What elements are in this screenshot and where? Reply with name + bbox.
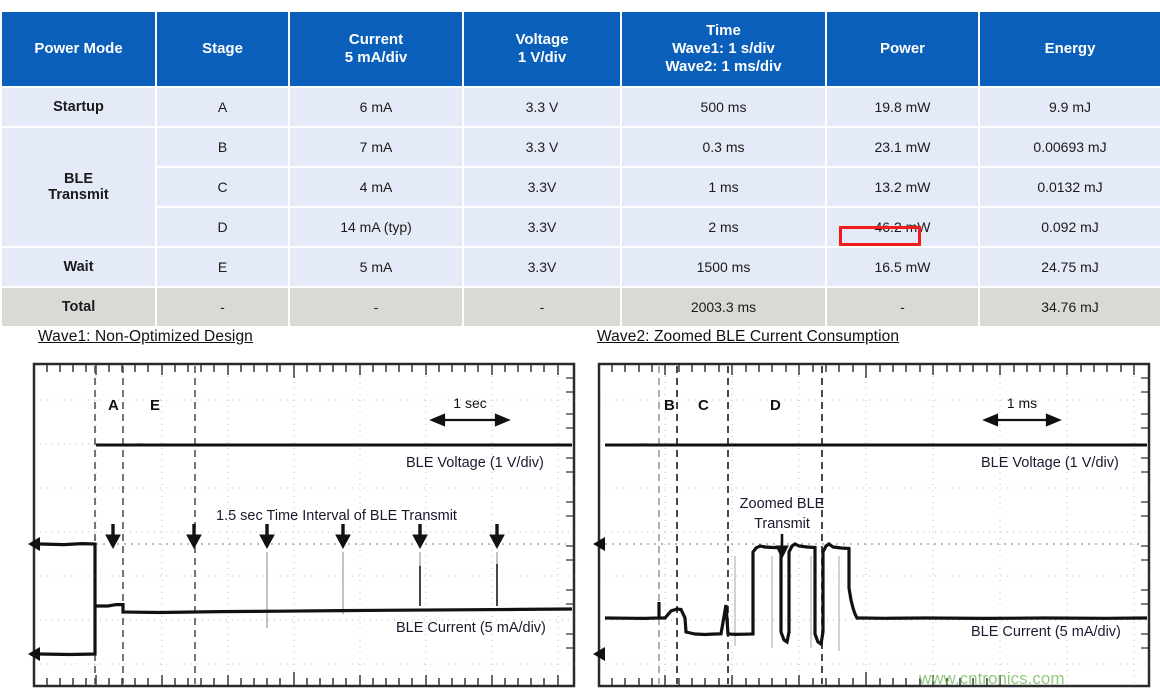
cell-stage-a: A xyxy=(155,86,290,128)
header-time-l2: Wave1: 1 s/div xyxy=(672,39,775,57)
cell-power-d: 46.2 mW xyxy=(825,206,980,248)
wave1-stage-label-a: A xyxy=(108,397,119,414)
wave2-voltage-label: BLE Voltage (1 V/div) xyxy=(981,455,1119,471)
header-voltage: Voltage 1 V/div xyxy=(462,10,622,88)
wave2-stage-label-d: D xyxy=(770,397,781,414)
wave2-stage-label-c: C xyxy=(698,397,709,414)
cell-energy-e: 24.75 mJ xyxy=(978,246,1160,288)
wave2-stage-label-b: B xyxy=(664,397,675,414)
header-power-mode-l1: Power Mode xyxy=(34,39,123,57)
cell-voltage-b: 3.3 V xyxy=(462,126,622,168)
cell-power-total: - xyxy=(825,286,980,328)
wave1-scope: A E 1 sec BLE Voltage (1 V/div) 1.5 sec … xyxy=(20,356,580,694)
wave1-stage-label-e: E xyxy=(150,397,160,414)
table-row: Startup A 6 mA 3.3 V 500 ms 19.8 mW 9.9 … xyxy=(0,86,1160,128)
power-table-container: Power Mode Stage Current 5 mA/div Voltag… xyxy=(0,10,1160,328)
header-current-l1: Current xyxy=(348,30,404,48)
cell-mode-total: Total xyxy=(0,286,157,328)
cell-time-e: 1500 ms xyxy=(620,246,827,288)
header-power: Power xyxy=(825,10,980,88)
cell-time-d: 2 ms xyxy=(620,206,827,248)
wave2-annotation-line1: Zoomed BLE xyxy=(740,496,825,512)
cell-energy-c: 0.0132 mJ xyxy=(978,166,1160,208)
header-time-l1: Time xyxy=(706,21,741,39)
cell-current-b: 7 mA xyxy=(288,126,464,168)
cell-voltage-c: 3.3V xyxy=(462,166,622,208)
table-row: C 4 mA 3.3V 1 ms 13.2 mW 0.0132 mJ xyxy=(1,166,1160,208)
table-row-total: Total - - - 2003.3 ms - 34.76 mJ xyxy=(0,286,1160,328)
cell-current-total: - xyxy=(288,286,464,328)
header-power-mode: Power Mode xyxy=(0,10,157,88)
cell-power-c: 13.2 mW xyxy=(825,166,980,208)
cell-time-a: 500 ms xyxy=(620,86,827,128)
cell-power-a: 19.8 mW xyxy=(825,86,980,128)
cell-stage-e: E xyxy=(155,246,290,288)
wave1-panel: Wave1: Non-Optimized Design A E 1 sec BL… xyxy=(0,328,580,697)
cell-voltage-total: - xyxy=(462,286,622,328)
wave2-title: Wave2: Zoomed BLE Current Consumption xyxy=(597,328,900,345)
wave2-annotation-line2: Transmit xyxy=(754,516,810,532)
cell-energy-d: 0.092 mJ xyxy=(978,206,1160,248)
cell-mode-wait: Wait xyxy=(0,246,157,288)
cell-stage-d: D xyxy=(155,206,290,248)
cell-time-b: 0.3 ms xyxy=(620,126,827,168)
wave2-panel: Wave2: Zoomed BLE Current Consumption B … xyxy=(585,328,1160,697)
cell-mode-startup: Startup xyxy=(0,86,157,128)
cell-time-c: 1 ms xyxy=(620,166,827,208)
cell-power-e: 16.5 mW xyxy=(825,246,980,288)
header-time: Time Wave1: 1 s/div Wave2: 1 ms/div xyxy=(620,10,827,88)
header-voltage-l2: 1 V/div xyxy=(517,49,567,66)
cell-mode-ble-l1: BLE xyxy=(64,171,93,187)
wave2-scale-label: 1 ms xyxy=(1007,395,1037,411)
cell-stage-c: C xyxy=(155,166,290,208)
cell-voltage-a: 3.3 V xyxy=(462,86,622,128)
header-current: Current 5 mA/div xyxy=(288,10,464,88)
table-row: D 14 mA (typ) 3.3V 2 ms 46.2 mW 0.092 mJ xyxy=(1,206,1160,248)
header-energy-l1: Energy xyxy=(1044,39,1096,57)
wave1-annotation: 1.5 sec Time Interval of BLE Transmit xyxy=(216,508,457,524)
cell-energy-total: 34.76 mJ xyxy=(978,286,1160,328)
cell-current-d: 14 mA (typ) xyxy=(288,206,464,248)
wave1-voltage-label: BLE Voltage (1 V/div) xyxy=(406,455,544,471)
cell-mode-ble-transmit: BLE Transmit xyxy=(0,126,157,248)
cell-current-a: 6 mA xyxy=(288,86,464,128)
wave2-scope: B C D 1 ms BLE Voltage (1 V/div) Zoomed … xyxy=(585,356,1160,694)
cell-energy-b: 0.00693 mJ xyxy=(978,126,1160,168)
site-watermark: www.cntronics.com xyxy=(919,669,1065,688)
header-stage: Stage xyxy=(155,10,290,88)
cell-time-total: 2003.3 ms xyxy=(620,286,827,328)
header-energy: Energy xyxy=(978,10,1160,88)
header-stage-l1: Stage xyxy=(202,39,243,57)
table-row: Wait E 5 mA 3.3V 1500 ms 16.5 mW 24.75 m… xyxy=(0,246,1160,288)
header-current-l2: 5 mA/div xyxy=(344,49,408,66)
cell-stage-b: B xyxy=(155,126,290,168)
power-consumption-table: Power Mode Stage Current 5 mA/div Voltag… xyxy=(0,10,1160,328)
cell-current-c: 4 mA xyxy=(288,166,464,208)
wave1-current-label: BLE Current (5 mA/div) xyxy=(396,620,546,636)
cell-stage-total: - xyxy=(155,286,290,328)
header-voltage-l1: Voltage xyxy=(515,30,569,48)
cell-current-e: 5 mA xyxy=(288,246,464,288)
table-header-row: Power Mode Stage Current 5 mA/div Voltag… xyxy=(0,10,1160,88)
header-power-l1: Power xyxy=(879,39,925,57)
table-row: BLE Transmit B 7 mA 3.3 V 0.3 ms 23.1 mW… xyxy=(0,126,1160,248)
cell-voltage-e: 3.3V xyxy=(462,246,622,288)
header-time-l3: Wave2: 1 ms/div xyxy=(665,58,782,76)
cell-mode-ble-l2: Transmit xyxy=(48,187,109,203)
cell-voltage-d: 3.3V xyxy=(462,206,622,248)
wave1-scale-label: 1 sec xyxy=(453,395,486,411)
cell-energy-a: 9.9 mJ xyxy=(978,86,1160,128)
cell-power-b: 23.1 mW xyxy=(825,126,980,168)
wave1-title: Wave1: Non-Optimized Design xyxy=(38,328,253,345)
wave2-current-label: BLE Current (5 mA/div) xyxy=(971,624,1121,640)
